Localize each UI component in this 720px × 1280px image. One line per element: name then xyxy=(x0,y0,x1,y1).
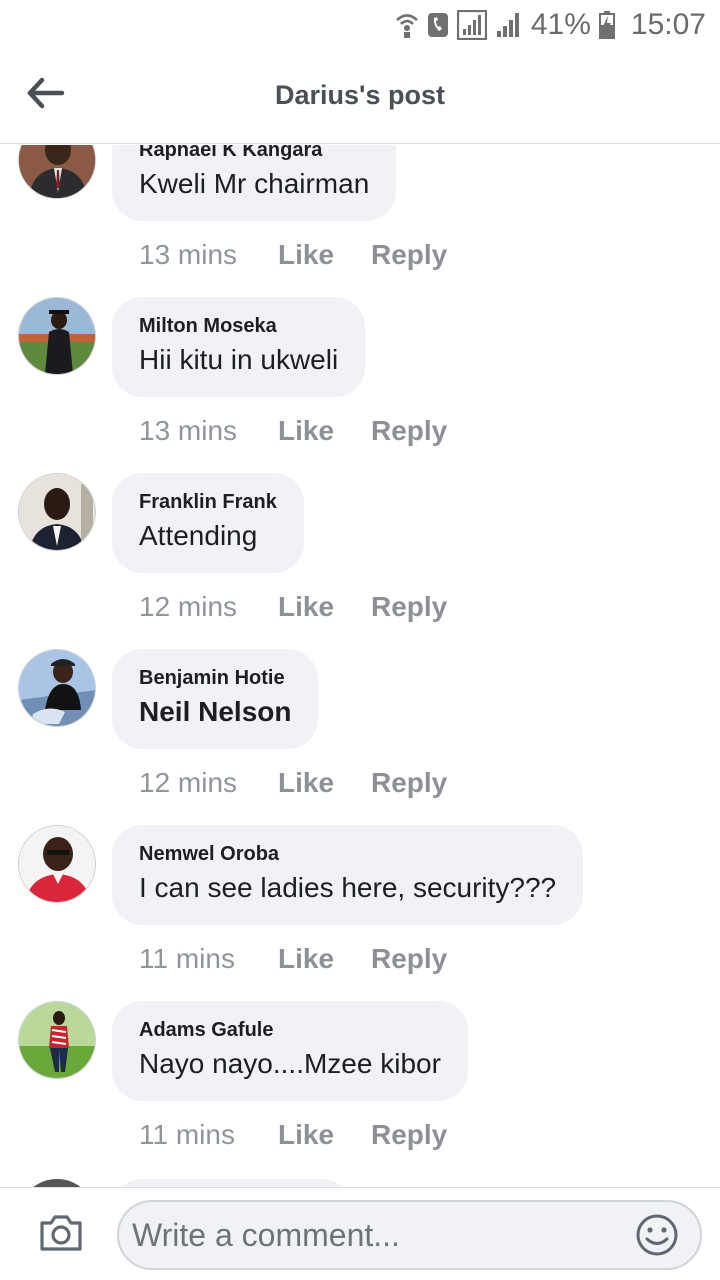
comment-timestamp[interactable]: 11 mins xyxy=(139,943,278,975)
reply-button[interactable]: Reply xyxy=(371,767,447,799)
commenter-name[interactable]: Milton Moseka xyxy=(139,315,338,338)
like-button[interactable]: Like xyxy=(278,767,371,799)
reply-button[interactable]: Reply xyxy=(371,415,447,447)
comment-timestamp[interactable]: 11 mins xyxy=(139,1119,278,1151)
signal-icon xyxy=(495,11,523,39)
comment-actions: 12 mins Like Reply xyxy=(139,590,447,624)
comment-timestamp[interactable]: 13 mins xyxy=(139,239,278,271)
comment-input[interactable] xyxy=(117,1200,702,1270)
comment-timestamp[interactable]: 13 mins xyxy=(139,415,278,447)
comment-timestamp[interactable]: 12 mins xyxy=(139,591,278,623)
like-button[interactable]: Like xyxy=(278,591,371,623)
wifi-calling-icon xyxy=(395,11,419,39)
reply-button[interactable]: Reply xyxy=(371,943,447,975)
phone-icon xyxy=(427,11,449,39)
reply-button[interactable]: Reply xyxy=(371,1119,447,1151)
comment-text: I can see ladies here, security??? xyxy=(139,872,557,903)
avatar[interactable] xyxy=(18,473,96,551)
status-icons: 41% 15:07 xyxy=(395,6,706,44)
commenter-name[interactable]: Nemwel Oroba xyxy=(139,843,556,866)
smiley-icon xyxy=(636,1214,678,1256)
clock: 15:07 xyxy=(630,8,706,41)
avatar[interactable] xyxy=(18,1179,96,1187)
like-button[interactable]: Like xyxy=(278,239,371,271)
comment-text: Kweli Mr chairman xyxy=(139,168,370,199)
avatar[interactable] xyxy=(18,649,96,727)
comment: Benjamin Hotie Neil Nelson 12 mins Like … xyxy=(0,649,720,825)
comment-timestamp[interactable]: 12 mins xyxy=(139,767,278,799)
camera-icon xyxy=(40,1215,82,1251)
avatar[interactable] xyxy=(18,297,96,375)
like-button[interactable]: Like xyxy=(278,1119,371,1151)
comment-bubble: Adams Gafule Nayo nayo....Mzee kibor xyxy=(112,1001,468,1101)
like-button[interactable]: Like xyxy=(278,943,371,975)
battery-charging-icon xyxy=(598,11,615,39)
like-button[interactable]: Like xyxy=(278,415,371,447)
comment-bubble: Raphael K Kangara Kweli Mr chairman xyxy=(112,145,397,221)
comment-text: Attending xyxy=(139,520,258,551)
commenter-name[interactable]: Benjamin Hotie xyxy=(139,667,291,690)
comment-text: Hii kitu in ukweli xyxy=(139,344,339,375)
reply-button[interactable]: Reply xyxy=(371,591,447,623)
comment: Milton Moseka Hii kitu in ukweli 13 mins… xyxy=(0,297,720,473)
commenter-name[interactable]: Franklin Frank xyxy=(139,491,277,514)
mentioned-user[interactable]: Neil Nelson xyxy=(139,696,291,728)
comment: Raphael K Kangara Kweli Mr chairman 13 m… xyxy=(0,145,720,297)
comment-composer xyxy=(0,1187,720,1280)
commenter-name[interactable]: Raphael K Kangara xyxy=(139,145,369,162)
header: Darius's post xyxy=(0,50,720,144)
comment-text: Nayo nayo....Mzee kibor xyxy=(139,1048,441,1079)
avatar[interactable] xyxy=(18,1001,96,1079)
comment-actions: 13 mins Like Reply xyxy=(139,414,447,448)
comment-bubble xyxy=(112,1179,352,1187)
avatar[interactable] xyxy=(18,145,96,199)
comment-actions: 11 mins Like Reply xyxy=(139,942,447,976)
comment-actions: 12 mins Like Reply xyxy=(139,766,447,800)
battery-percent: 41% xyxy=(530,8,591,41)
comment-bubble: Franklin Frank Attending xyxy=(112,473,304,573)
comment-list: Raphael K Kangara Kweli Mr chairman 13 m… xyxy=(0,145,720,1187)
page-title: Darius's post xyxy=(275,80,445,110)
comment-actions: 13 mins Like Reply xyxy=(139,238,447,272)
comment: Nemwel Oroba I can see ladies here, secu… xyxy=(0,825,720,1001)
comment: Franklin Frank Attending 12 mins Like Re… xyxy=(0,473,720,649)
comment-bubble: Nemwel Oroba I can see ladies here, secu… xyxy=(112,825,584,925)
comment-bubble: Benjamin Hotie Neil Nelson xyxy=(112,649,319,749)
signal-icon xyxy=(456,10,487,40)
comment-actions: 11 mins Like Reply xyxy=(139,1118,447,1152)
commenter-name[interactable]: Adams Gafule xyxy=(139,1019,441,1042)
status-bar: 41% 15:07 xyxy=(0,0,720,50)
emoji-button[interactable] xyxy=(635,1213,679,1257)
reply-button[interactable]: Reply xyxy=(371,239,447,271)
camera-button[interactable] xyxy=(38,1213,84,1253)
comment: Adams Gafule Nayo nayo....Mzee kibor 11 … xyxy=(0,1001,720,1177)
avatar[interactable] xyxy=(18,825,96,903)
comment-bubble: Milton Moseka Hii kitu in ukweli xyxy=(112,297,366,397)
